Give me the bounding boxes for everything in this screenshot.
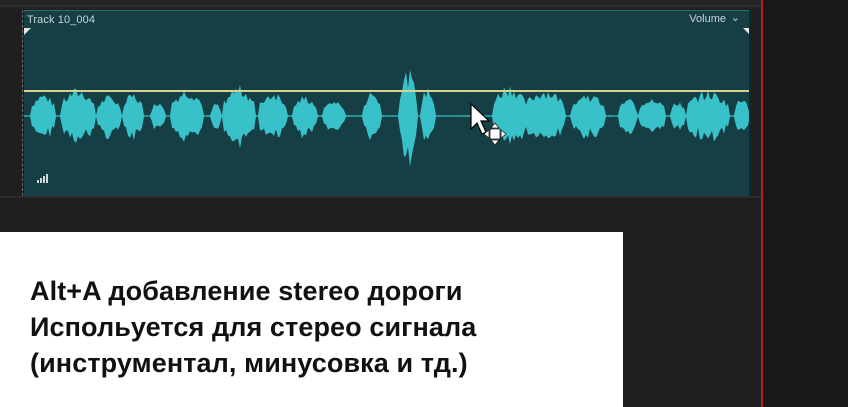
caption-line-2: Испольуется для стерео сигнала xyxy=(30,312,477,342)
clip-effect-selector[interactable]: Volume xyxy=(689,13,726,25)
caption-line-3: (инструментал, минусовка и тд.) xyxy=(30,348,468,378)
level-meter-icon xyxy=(37,174,48,183)
waveform-shape xyxy=(24,69,750,168)
clip-end-edge[interactable] xyxy=(749,10,751,196)
clip-name: Track 10_004 xyxy=(27,14,96,26)
fade-in-handle[interactable] xyxy=(24,28,31,35)
move-cursor-icon xyxy=(470,102,510,152)
waveform xyxy=(24,69,750,168)
empty-track-area[interactable] xyxy=(763,0,848,407)
playhead[interactable] xyxy=(761,0,763,407)
chevron-down-icon[interactable]: ⌄ xyxy=(731,11,740,24)
audio-clip[interactable]: Track 10_004 Volume ⌄ xyxy=(24,10,750,196)
clip-boundary-marker xyxy=(22,10,23,196)
caption-line-1: Alt+A добавление stereo дороги xyxy=(30,276,463,306)
track-lane-divider-top xyxy=(0,5,762,7)
caption-box: Alt+A добавление stereo дороги Испольует… xyxy=(0,232,623,407)
